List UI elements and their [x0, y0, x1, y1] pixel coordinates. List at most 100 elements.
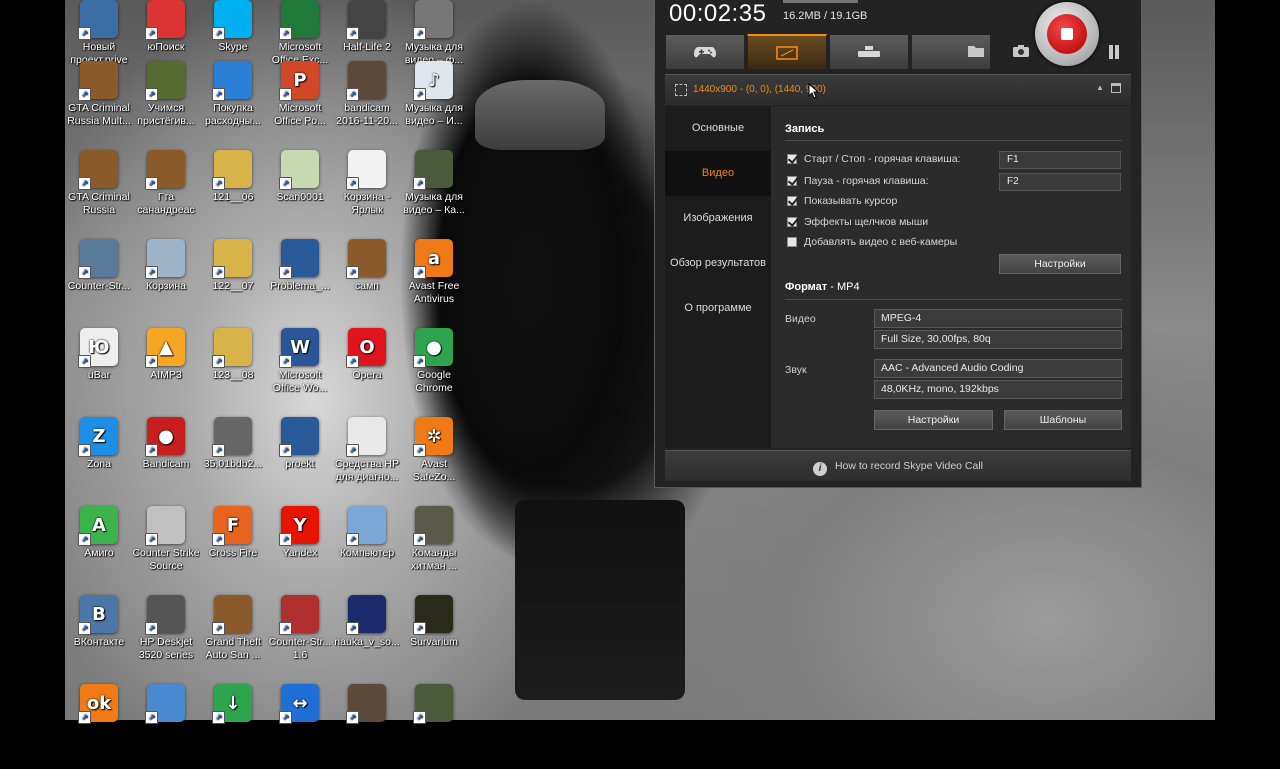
desktop-icon[interactable]: ↔ ↗: [266, 680, 334, 769]
desktop-icon[interactable]: ↗ 121__06: [199, 146, 267, 235]
checkbox[interactable]: [787, 196, 797, 206]
region-dimensions[interactable]: 1440x900 - (0, 0), (1440, 900): [693, 84, 826, 95]
desktop-icon[interactable]: ↗ Музыка для видео – Ка...: [400, 146, 468, 235]
record-heading: Запись: [785, 123, 825, 135]
collapse-icon[interactable]: ▲: [1096, 83, 1106, 93]
app-icon: ↗: [145, 61, 185, 101]
shortcut-arrow-icon: ↗: [212, 27, 225, 40]
templates-button[interactable]: Шаблоны: [1004, 410, 1122, 430]
nav-general[interactable]: Основные: [665, 106, 771, 151]
shortcut-arrow-icon: ↗: [413, 533, 426, 546]
desktop-icon[interactable]: ↗ Scan0001: [266, 146, 334, 235]
desktop-icon[interactable]: ↗: [333, 680, 401, 769]
desktop-icon[interactable]: ↗ Counter-Str...: [65, 235, 133, 324]
desktop-icon[interactable]: ↗ proekt: [266, 413, 334, 502]
desktop-icon[interactable]: ↓ ↗: [199, 680, 267, 769]
desktop-icon[interactable]: ↗ Корзина: [132, 235, 200, 324]
region-select-icon[interactable]: [675, 84, 687, 96]
help-link[interactable]: i How to record Skype Video Call: [665, 450, 1131, 481]
app-icon: ↗: [346, 684, 386, 724]
window-mode-icon[interactable]: [1111, 83, 1121, 93]
desktop-icon[interactable]: ↗ GTA Criminal Russia Mult...: [65, 57, 133, 146]
audio-params-field[interactable]: 48,0KHz, mono, 192kbps: [874, 380, 1122, 399]
checkbox[interactable]: [787, 176, 797, 186]
tab-screen-mode[interactable]: [747, 34, 827, 70]
desktop-icon-label: Покупка расходны...: [205, 102, 261, 127]
desktop-icon[interactable]: ok ↗: [65, 680, 133, 769]
desktop-icon[interactable]: ● ↗ Google Chrome: [400, 324, 468, 413]
desktop-icon[interactable]: ▲ ↗ AIMP3: [132, 324, 200, 413]
desktop-icon[interactable]: ↗ Средства HP для диагно...: [333, 413, 401, 502]
app-icon: ↗: [145, 0, 185, 40]
desktop-icon[interactable]: ↗ 122__07: [199, 235, 267, 324]
desktop-icon[interactable]: ↗ nauka_v_so...: [333, 591, 401, 680]
option-click-effects[interactable]: Эффекты щелчков мыши: [787, 216, 928, 232]
format-settings-button[interactable]: Настройки: [874, 410, 993, 430]
pause-icon[interactable]: [1107, 45, 1121, 59]
desktop-icon[interactable]: Z ↗ Zona: [65, 413, 133, 502]
shortcut-arrow-icon: ↗: [145, 533, 158, 546]
checkbox[interactable]: [787, 217, 797, 227]
desktop-icon[interactable]: a ↗ Avast Free Antivirus: [400, 235, 468, 324]
nav-output[interactable]: Обзор результатов: [665, 241, 771, 286]
nav-images[interactable]: Изображения: [665, 196, 771, 241]
desktop-icon[interactable]: ♪ ↗ Музыка для видео – И...: [400, 57, 468, 146]
shortcut-arrow-icon: ↗: [279, 622, 292, 635]
folder-icon[interactable]: [967, 44, 985, 58]
app-icon: ♪ ↗: [413, 61, 453, 101]
pause-hotkey-field[interactable]: F2: [999, 173, 1121, 191]
nav-video[interactable]: Видео: [665, 151, 771, 196]
desktop-icon[interactable]: ↗ Учимся пристёгив...: [132, 57, 200, 146]
desktop-icon[interactable]: O ↗ Opera: [333, 324, 401, 413]
shortcut-arrow-icon: ↗: [279, 711, 292, 724]
desktop-icon[interactable]: ↗ Survarium: [400, 591, 468, 680]
desktop-icon[interactable]: ↗ Counter-Str... 1.6: [266, 591, 334, 680]
tab-game-mode[interactable]: [665, 34, 745, 70]
desktop-icon[interactable]: ↗ самп: [333, 235, 401, 324]
desktop-icon[interactable]: ↗ GTA Criminal Russia: [65, 146, 133, 235]
desktop-icon[interactable]: A ↗ Амиго: [65, 502, 133, 591]
video-label: Видео: [785, 313, 816, 325]
desktop-icon[interactable]: ✲ ↗ Avast SafeZo...: [400, 413, 468, 502]
desktop-icon[interactable]: P ↗ Microsoft Office Po...: [266, 57, 334, 146]
tab-device-mode[interactable]: [829, 34, 909, 70]
desktop-icon[interactable]: Ю ↗ uBar: [65, 324, 133, 413]
desktop-icon[interactable]: ↗ bandicam 2016-11-20...: [333, 57, 401, 146]
desktop-icon-label: Yandex: [282, 547, 318, 559]
desktop-icon[interactable]: ↗ Покупка расходны...: [199, 57, 267, 146]
option-pause-hotkey[interactable]: Пауза - горячая клавиша:: [787, 175, 929, 191]
record-settings-button[interactable]: Настройки: [999, 254, 1121, 274]
desktop-icon[interactable]: ↗ 35,01bdb2...: [199, 413, 267, 502]
desktop-icon[interactable]: ↗ Гта санандреас: [132, 146, 200, 235]
checkbox[interactable]: [787, 154, 797, 164]
start-hotkey-field[interactable]: F1: [999, 151, 1121, 169]
camera-icon[interactable]: [1012, 44, 1030, 58]
desktop-icon[interactable]: W ↗ Microsoft Office Wo...: [266, 324, 334, 413]
desktop-icon-label: Google Chrome: [415, 369, 453, 394]
nav-about[interactable]: О программе: [665, 286, 771, 331]
desktop-icon[interactable]: ↗ Команды хитман ...: [400, 502, 468, 591]
desktop-icon[interactable]: F ↗ Cross Fire: [199, 502, 267, 591]
video-codec-field[interactable]: MPEG-4: [874, 309, 1122, 328]
desktop-icon[interactable]: ↗ HP Deskjet 3520 series: [132, 591, 200, 680]
video-params-field[interactable]: Full Size, 30,00fps, 80q: [874, 330, 1122, 349]
desktop-icon[interactable]: ↗: [400, 680, 468, 769]
app-icon: ↗: [212, 150, 252, 190]
desktop-icon[interactable]: ↗ Grand Theft Auto San ...: [199, 591, 267, 680]
desktop-icon[interactable]: ↗ Корзина - Ярлык: [333, 146, 401, 235]
app-icon: ↗: [279, 0, 319, 40]
desktop-icon[interactable]: ● ↗ Bandicam: [132, 413, 200, 502]
desktop-icon[interactable]: ↗ Counter Strike Source: [132, 502, 200, 591]
option-start-stop-hotkey[interactable]: Старт / Стоп - горячая клавиша:: [787, 153, 960, 169]
desktop-icon[interactable]: ↗ 123__08: [199, 324, 267, 413]
audio-codec-field[interactable]: AAC - Advanced Audio Coding: [874, 359, 1122, 378]
desktop-icon[interactable]: ↗ Problema_...: [266, 235, 334, 324]
option-webcam-overlay[interactable]: Добавлять видео с веб-камеры: [787, 236, 957, 252]
option-show-cursor[interactable]: Показывать курсор: [787, 195, 897, 211]
desktop-icon[interactable]: Y ↗ Yandex: [266, 502, 334, 591]
desktop-icon[interactable]: ↗ Компьютер: [333, 502, 401, 591]
checkbox[interactable]: [787, 237, 797, 247]
app-icon: ↗: [145, 239, 185, 279]
desktop-icon[interactable]: B ↗ ВКонтакте: [65, 591, 133, 680]
desktop-icon[interactable]: ↗: [132, 680, 200, 769]
